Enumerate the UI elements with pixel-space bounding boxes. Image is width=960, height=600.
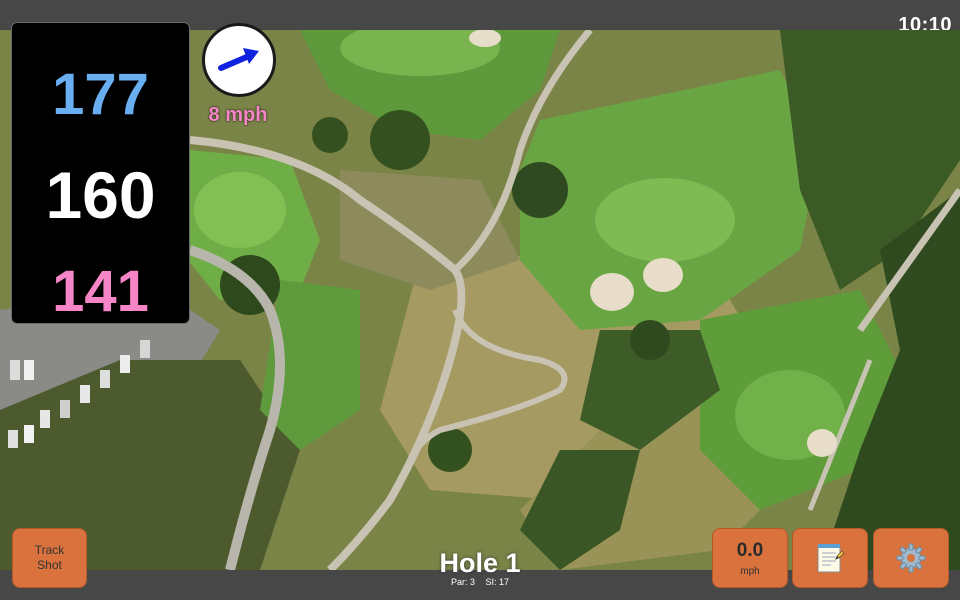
- track-shot-label-line2: Shot: [37, 558, 62, 572]
- speed-value: 0.0: [736, 539, 764, 561]
- speed-button[interactable]: 0.0 mph: [712, 528, 788, 588]
- middle-distance: 160: [45, 158, 156, 232]
- front-distance: 141: [52, 259, 149, 324]
- track-shot-label-line1: Track: [34, 543, 65, 557]
- settings-button[interactable]: [873, 528, 949, 588]
- gear-icon: [896, 543, 926, 573]
- track-shot-button[interactable]: Track Shot: [12, 528, 87, 588]
- distance-panel: 177 160 141: [11, 22, 190, 324]
- hole-info: Par: 3 SI: 17: [380, 577, 580, 587]
- hole-par: Par: 3: [450, 577, 475, 587]
- back-distance: 177: [52, 62, 149, 127]
- wind-speed: 8 mph: [208, 104, 268, 126]
- notes-button[interactable]: [792, 528, 868, 588]
- hole-title: Hole 1: [439, 548, 521, 578]
- wind-indicator: [202, 23, 276, 97]
- notepad-icon: [817, 544, 845, 573]
- speed-unit: mph: [740, 565, 760, 577]
- wind-arrow-icon: [218, 48, 259, 71]
- hole-si: SI: 17: [485, 577, 510, 587]
